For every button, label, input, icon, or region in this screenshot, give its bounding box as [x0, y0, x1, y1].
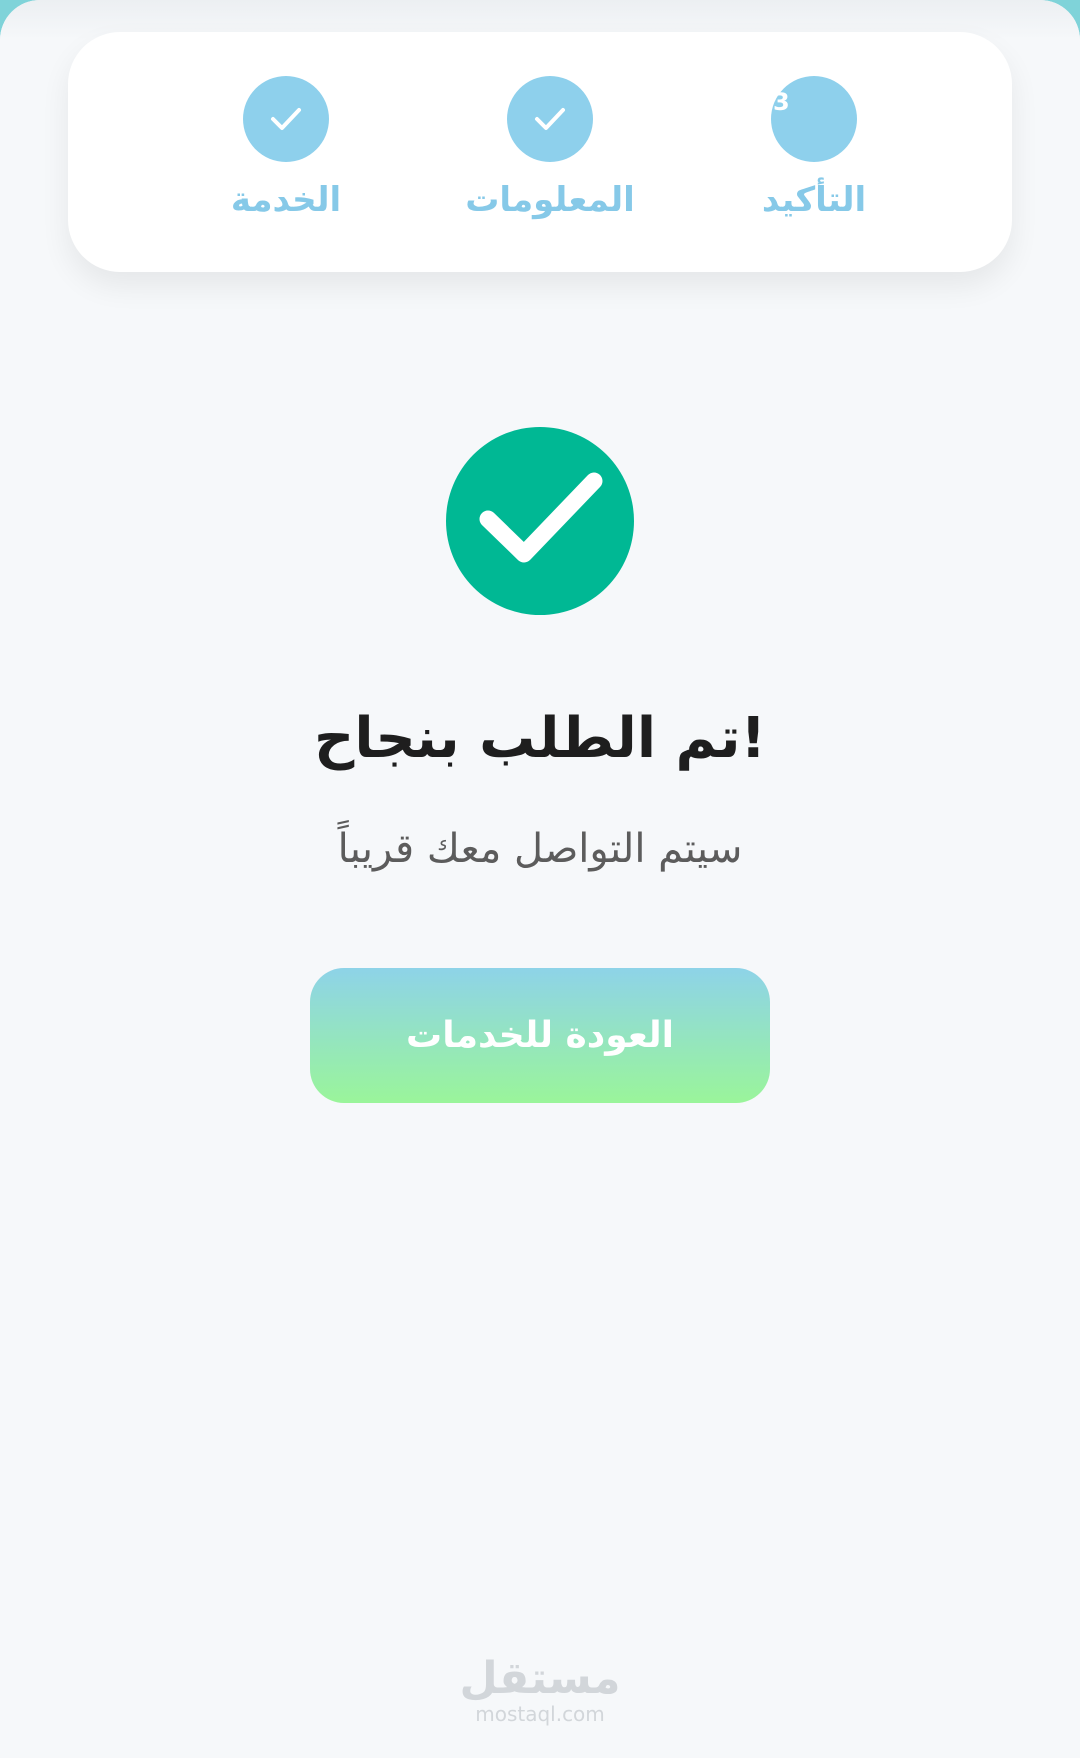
check-circle-icon — [446, 427, 634, 615]
confirmation-screen: الخدمة المعلومات 3 التأكيد !تم الطلب بنج… — [0, 0, 1080, 1758]
step-completed-indicator — [507, 76, 593, 162]
check-icon — [479, 472, 603, 563]
step-service: الخدمة — [166, 76, 406, 220]
step-number: 3 — [773, 88, 790, 116]
watermark: مستقل mostaql.com — [0, 1653, 1080, 1726]
watermark-latin: mostaql.com — [475, 1702, 605, 1726]
step-label: المعلومات — [465, 180, 635, 220]
success-title: !تم الطلب بنجاح — [313, 706, 767, 771]
success-subtitle: سيتم التواصل معك قريباً — [337, 826, 743, 872]
step-label: التأكيد — [761, 180, 867, 220]
step-information: المعلومات — [430, 76, 670, 220]
step-label: الخدمة — [230, 180, 342, 220]
progress-stepper: الخدمة المعلومات 3 التأكيد — [68, 32, 1012, 272]
back-to-services-button[interactable]: العودة للخدمات — [310, 968, 770, 1103]
check-icon — [535, 108, 565, 130]
watermark-arabic: مستقل — [459, 1653, 621, 1704]
check-icon — [271, 108, 301, 130]
step-current-indicator: 3 — [771, 76, 857, 162]
step-confirmation: 3 التأكيد — [694, 76, 934, 220]
step-completed-indicator — [243, 76, 329, 162]
